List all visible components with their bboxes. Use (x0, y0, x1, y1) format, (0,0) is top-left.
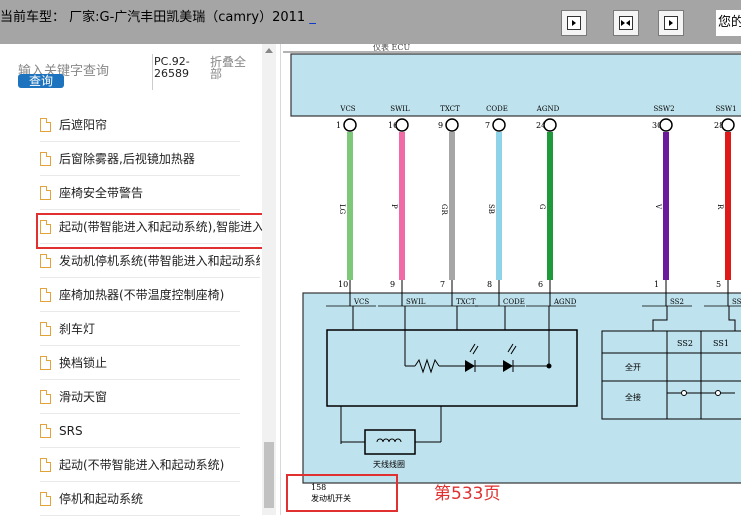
sidebar-scrollbar[interactable] (262, 44, 276, 515)
pin-name: TXCT (440, 105, 460, 113)
document-icon (40, 321, 51, 336)
pin-number: 9 (390, 280, 395, 289)
last-page-button[interactable] (658, 10, 684, 36)
pin-number: 7 (440, 280, 445, 289)
selection-highlight (36, 213, 274, 249)
wire-color-code: LG (338, 204, 346, 215)
pin-number: 5 (716, 280, 721, 289)
pin-name: CODE (486, 105, 508, 113)
wire-color-code: R (716, 204, 724, 210)
pin-name: TXCT (456, 298, 476, 306)
pin-number: 6 (538, 280, 543, 289)
pin-number: 1 (654, 280, 659, 289)
table-row-full-open: 全开 (625, 362, 641, 372)
connector-terminal (395, 118, 409, 132)
connector-terminal (343, 118, 357, 132)
antenna-label: 天线线圈 (373, 459, 405, 469)
query-button[interactable]: 查询 (18, 74, 64, 88)
sidebar: 输入关键字查询 查询 PC.92-26589 折叠全部 后遮阳帘 后窗除雾器,后… (0, 44, 281, 516)
scroll-thumb[interactable] (264, 442, 274, 508)
document-icon (40, 253, 51, 268)
list-item[interactable]: 后窗除雾器,后视镜加热器 (40, 142, 240, 176)
top-label: 仪表 ECU (373, 44, 411, 52)
document-icon (40, 117, 51, 132)
list-item[interactable]: 滑动天窗 (40, 380, 240, 414)
divider (152, 54, 153, 90)
pin-number: 10 (338, 280, 348, 289)
wire-color-code: G (538, 204, 546, 210)
pin-name: SWIL (390, 105, 410, 113)
wire-color-code: GR (440, 204, 448, 216)
wiring-diagram-svg: 仪表 ECU VCS1SWIL16TXCT9CODE7AGND24SSW230S… (283, 42, 741, 503)
pin-name: SWIL (406, 298, 426, 306)
vehicle-title-text: 当前车型： 厂家:G-广汽丰田凯美瑞（camry）2011 (0, 10, 310, 25)
page-number-label: 第533页 (434, 484, 501, 504)
connector-terminal (445, 118, 459, 132)
list-item[interactable]: 换档锁止 (40, 346, 240, 380)
pin-number: 1 (336, 121, 341, 130)
list-item[interactable]: 刹车灯 (40, 312, 240, 346)
document-icon (40, 491, 51, 506)
list-item[interactable]: 起动(不带智能进入和起动系统) (40, 448, 240, 482)
pin-name: AGND (536, 105, 560, 113)
connector-terminal (659, 118, 673, 132)
pin-name: SSW2 (653, 105, 674, 113)
list-item[interactable]: 后遮阳帘 (40, 108, 240, 142)
title-link[interactable]: _ (309, 10, 316, 25)
vehicle-title: 当前车型： 厂家:G-广汽丰田凯美瑞（camry）2011 _ (0, 6, 316, 25)
connector-terminal (492, 118, 506, 132)
list-item[interactable]: SRS (40, 414, 240, 448)
fold-all-button[interactable]: 折叠全部 (210, 56, 250, 80)
fit-page-button[interactable] (613, 10, 639, 36)
document-icon (40, 185, 51, 200)
pin-number: 7 (485, 121, 490, 130)
table-col-ss1: SS1 (713, 339, 729, 348)
pin-number: 8 (487, 280, 492, 289)
list-item[interactable]: 座椅安全带警告 (40, 176, 240, 210)
wire-color-code: SB (487, 204, 495, 214)
pin-name: SS1 (732, 298, 741, 306)
pin-name: VCS (353, 298, 369, 306)
list-item[interactable]: 发动机停机系统(带智能进入和起动系统) (40, 244, 260, 278)
document-icon (40, 355, 51, 370)
document-icon (40, 287, 51, 302)
document-icon (40, 151, 51, 166)
list-item[interactable]: 座椅加热器(不带温度控制座椅) (40, 278, 240, 312)
pin-name: SSW1 (715, 105, 736, 113)
pin-number: 9 (438, 121, 443, 130)
document-icon (40, 389, 51, 404)
scroll-up-icon[interactable] (265, 48, 273, 53)
document-icon (40, 457, 51, 472)
pin-name: CODE (503, 298, 525, 306)
footnote-highlight (286, 474, 398, 512)
top-bar: 当前车型： 厂家:G-广汽丰田凯美瑞（camry）2011 _ 您的 (0, 0, 741, 44)
wire-color-code: P (390, 204, 398, 209)
connector-terminal (543, 118, 557, 132)
greeting-text: 您的 (716, 10, 741, 36)
document-icon (40, 423, 51, 438)
pin-name: AGND (553, 298, 577, 306)
wire-color-code: V (654, 203, 662, 210)
table-col-ss2: SS2 (677, 339, 693, 348)
table-row-full-connect: 全接 (625, 392, 641, 402)
wiring-diagram: 仪表 ECU VCS 1 SWIL 16 TXCT 9 CODE 7 AGND 24 SSW2 30 S… (281, 42, 741, 515)
pc-number: PC.92-26589 (154, 55, 190, 80)
pin-name: SS2 (670, 298, 684, 306)
list-item[interactable]: 停机和起动系统 (40, 482, 240, 516)
next-page-button[interactable] (561, 10, 587, 36)
connector-terminal (721, 118, 735, 132)
pin-name: VCS (339, 105, 355, 113)
